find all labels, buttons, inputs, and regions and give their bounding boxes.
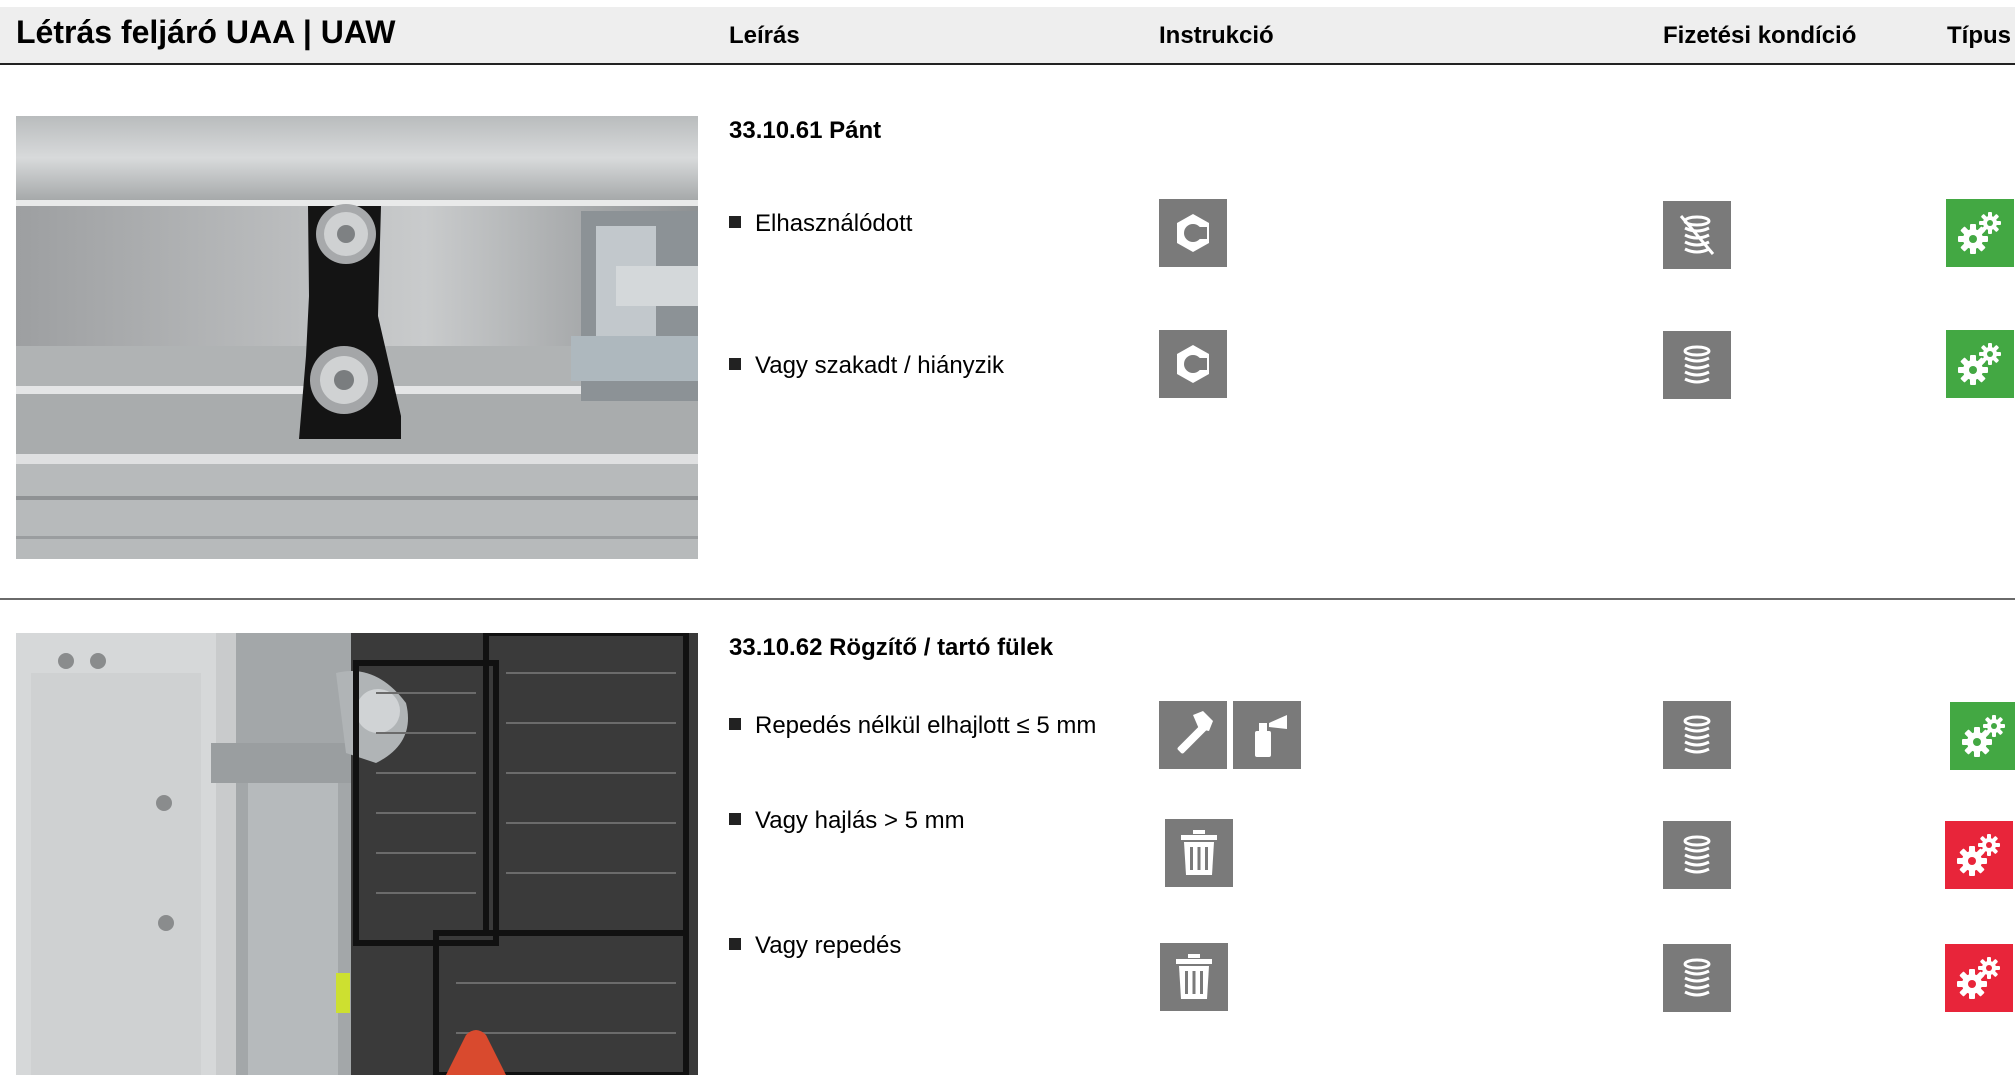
- list-item: Vagy hajlás > 5 mm: [729, 807, 965, 835]
- ladder-claw-photo: [16, 633, 698, 1075]
- item-text: Elhasználódott: [755, 210, 913, 237]
- item-text: Vagy hajlás > 5 mm: [755, 807, 965, 834]
- coins-crossed-icon: [1663, 201, 1731, 269]
- gears-icon: [1946, 330, 2014, 398]
- item-text: Vagy szakadt / hiányzik: [755, 352, 1005, 379]
- list-item: Elhasználódott: [729, 210, 912, 238]
- trash-icon: [1165, 819, 1233, 887]
- section-title: 33.10.61 Pánt: [729, 117, 882, 144]
- nut-icon: [1159, 199, 1227, 267]
- bullet-icon: [729, 358, 741, 370]
- column-header-instruction: Instrukció: [1159, 22, 1274, 49]
- section-title: 33.10.62 Rögzítő / tartó fülek: [729, 634, 1054, 661]
- column-header-description: Leírás: [729, 22, 800, 49]
- item-text: Repedés nélkül elhajlott ≤ 5 mm: [755, 712, 1097, 739]
- gears-icon: [1950, 702, 2015, 770]
- ladder-hinge-strap-photo: [16, 116, 698, 559]
- column-header-payment: Fizetési kondíció: [1663, 22, 1857, 49]
- bullet-icon: [729, 813, 741, 825]
- nut-icon: [1159, 330, 1227, 398]
- page-title: Létrás feljáró UAA | UAW: [16, 14, 396, 50]
- list-item: Vagy repedés: [729, 932, 901, 960]
- coins-icon: [1663, 944, 1731, 1012]
- section-divider: [0, 598, 2015, 600]
- gears-icon: [1946, 199, 2014, 267]
- column-header-type: Típus: [1947, 22, 2011, 49]
- coins-icon: [1663, 701, 1731, 769]
- gears-icon: [1945, 944, 2013, 1012]
- coins-icon: [1663, 331, 1731, 399]
- spray-can-icon: [1233, 701, 1301, 769]
- hammer-icon: [1159, 701, 1227, 769]
- item-text: Vagy repedés: [755, 932, 902, 959]
- coins-icon: [1663, 821, 1731, 889]
- bullet-icon: [729, 216, 741, 228]
- list-item: Repedés nélkül elhajlott ≤ 5 mm: [729, 712, 1096, 740]
- trash-icon: [1160, 943, 1228, 1011]
- bullet-icon: [729, 938, 741, 950]
- gears-icon: [1945, 821, 2013, 889]
- list-item: Vagy szakadt / hiányzik: [729, 352, 1004, 380]
- bullet-icon: [729, 718, 741, 730]
